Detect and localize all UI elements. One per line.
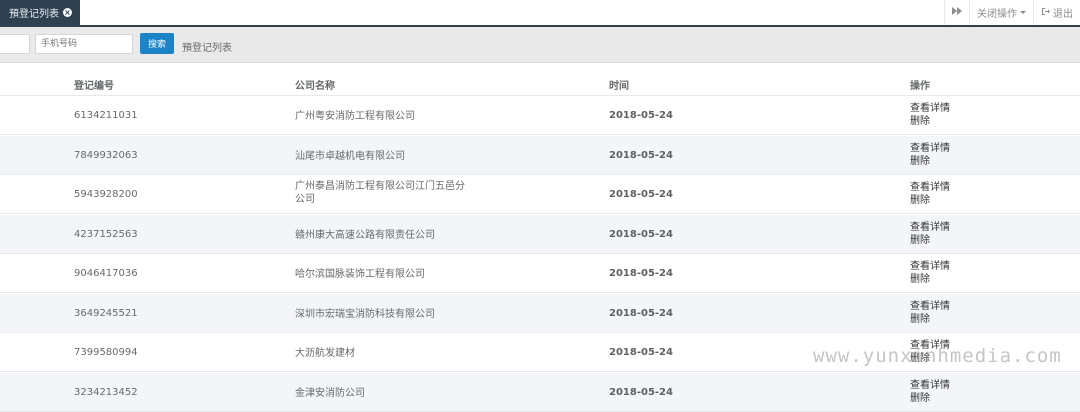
table-row: 5943928200 广州泰昌消防工程有限公司江门五邑分公司 2018-05-24 查… bbox=[0, 175, 1080, 214]
cell-registration-id: 3649245521 bbox=[74, 307, 138, 319]
cell-company-name: 广州泰昌消防工程有限公司江门五邑分公司 bbox=[295, 181, 465, 205]
header-company: 公司名称 bbox=[295, 81, 335, 92]
breadcrumb: 預登记列表 bbox=[182, 43, 232, 54]
cell-time: 2018-05-24 bbox=[609, 228, 673, 240]
cell-actions: 查看详情 删除 bbox=[910, 260, 950, 286]
table-header: 登记编号 公司名称 时间 操作 bbox=[0, 64, 1080, 96]
cell-time: 2018-05-24 bbox=[609, 189, 673, 200]
cell-actions: 查看详情 删除 bbox=[910, 300, 950, 326]
logout-label: 退出 bbox=[1053, 9, 1073, 20]
fast-forward-icon bbox=[952, 7, 962, 18]
header-id: 登记编号 bbox=[74, 81, 114, 92]
delete-link[interactable]: 删除 bbox=[910, 352, 950, 365]
cell-actions: 查看详情 删除 bbox=[910, 339, 950, 365]
table-row: 9046417036 哈尔滨国脉装饰工程有限公司 2018-05-24 查看详情 删除 bbox=[0, 254, 1080, 293]
view-details-link[interactable]: 查看详情 bbox=[910, 181, 950, 194]
cell-registration-id: 9046417036 bbox=[74, 268, 138, 279]
delete-link[interactable]: 删除 bbox=[910, 392, 950, 405]
tab-preregistration-list[interactable]: 預登记列表 × bbox=[0, 0, 80, 25]
cell-registration-id: 4237152563 bbox=[74, 228, 138, 240]
delete-link[interactable]: 删除 bbox=[910, 273, 950, 286]
cell-company-name: 广州粤安消防工程有限公司 bbox=[295, 111, 415, 122]
sign-out-icon bbox=[1041, 7, 1050, 19]
close-ops-dropdown[interactable]: 关闭操作 bbox=[969, 0, 1033, 25]
cell-time: 2018-05-24 bbox=[609, 149, 673, 161]
search-button[interactable]: 搜索 bbox=[140, 33, 174, 54]
table-row: 3649245521 深圳市宏瑞宝消防科技有限公司 2018-05-24 查看详情 删除 bbox=[0, 293, 1080, 333]
cell-actions: 查看详情 删除 bbox=[910, 221, 950, 247]
cell-company-name: 赣州康大高速公路有限责任公司 bbox=[295, 229, 435, 241]
cell-company-name: 深圳市宏瑞宝消防科技有限公司 bbox=[295, 308, 435, 320]
table-row: 7399580994 大沥航发建材 2018-05-24 查看详情 删除 bbox=[0, 333, 1080, 372]
cell-time: 2018-05-24 bbox=[609, 307, 673, 319]
table-row: 3234213452 金津安消防公司 2018-05-24 查看详情 删除 bbox=[0, 372, 1080, 412]
cell-time: 2018-05-24 bbox=[609, 268, 673, 279]
view-details-link[interactable]: 查看详情 bbox=[910, 142, 950, 155]
delete-link[interactable]: 删除 bbox=[910, 313, 950, 326]
cell-company-name: 金津安消防公司 bbox=[295, 387, 365, 399]
keyword-input[interactable] bbox=[0, 34, 30, 54]
delete-link[interactable]: 删除 bbox=[910, 155, 950, 168]
table-row: 6134211031 广州粤安消防工程有限公司 2018-05-24 查看详情 删除 bbox=[0, 96, 1080, 135]
table-row: 7849932063 汕尾市卓越机电有限公司 2018-05-24 查看详情 删除 bbox=[0, 135, 1080, 175]
delete-link[interactable]: 删除 bbox=[910, 194, 950, 207]
caret-down-icon bbox=[1020, 11, 1026, 14]
cell-actions: 查看详情 删除 bbox=[910, 142, 950, 168]
logout-button[interactable]: 退出 bbox=[1033, 0, 1080, 25]
cell-registration-id: 7399580994 bbox=[74, 347, 138, 358]
view-details-link[interactable]: 查看详情 bbox=[910, 300, 950, 313]
view-details-link[interactable]: 查看详情 bbox=[910, 260, 950, 273]
cell-company-name: 大沥航发建材 bbox=[295, 348, 355, 359]
cell-company-name: 汕尾市卓越机电有限公司 bbox=[295, 150, 405, 162]
forward-tabs-button[interactable] bbox=[944, 0, 969, 25]
cell-time: 2018-05-24 bbox=[609, 110, 673, 121]
top-right-controls: 关闭操作 退出 bbox=[944, 0, 1080, 25]
cell-time: 2018-05-24 bbox=[609, 386, 673, 398]
cell-actions: 查看详情 删除 bbox=[910, 379, 950, 405]
top-tab-bar: 預登记列表 × 关闭操作 退出 bbox=[0, 0, 1080, 27]
view-details-link[interactable]: 查看详情 bbox=[910, 379, 950, 392]
cell-registration-id: 3234213452 bbox=[74, 386, 138, 398]
search-bar: 搜索 預登记列表 bbox=[0, 27, 1080, 63]
cell-registration-id: 5943928200 bbox=[74, 189, 138, 200]
delete-link[interactable]: 删除 bbox=[910, 115, 950, 128]
view-details-link[interactable]: 查看详情 bbox=[910, 339, 950, 352]
delete-link[interactable]: 删除 bbox=[910, 234, 950, 247]
cell-company-name: 哈尔滨国脉装饰工程有限公司 bbox=[295, 269, 425, 280]
phone-input[interactable] bbox=[35, 34, 133, 54]
close-icon[interactable]: × bbox=[63, 8, 72, 17]
cell-actions: 查看详情 删除 bbox=[910, 181, 950, 207]
close-ops-label: 关闭操作 bbox=[977, 9, 1017, 20]
cell-registration-id: 6134211031 bbox=[74, 110, 138, 121]
cell-time: 2018-05-24 bbox=[609, 347, 673, 358]
cell-actions: 查看详情 删除 bbox=[910, 102, 950, 128]
cell-registration-id: 7849932063 bbox=[74, 149, 138, 161]
table-row: 4237152563 赣州康大高速公路有限责任公司 2018-05-24 查看详情 删除 bbox=[0, 214, 1080, 254]
tab-label: 預登记列表 bbox=[9, 9, 59, 20]
header-time: 时间 bbox=[609, 81, 629, 92]
header-actions: 操作 bbox=[910, 81, 930, 92]
view-details-link[interactable]: 查看详情 bbox=[910, 221, 950, 234]
view-details-link[interactable]: 查看详情 bbox=[910, 102, 950, 115]
